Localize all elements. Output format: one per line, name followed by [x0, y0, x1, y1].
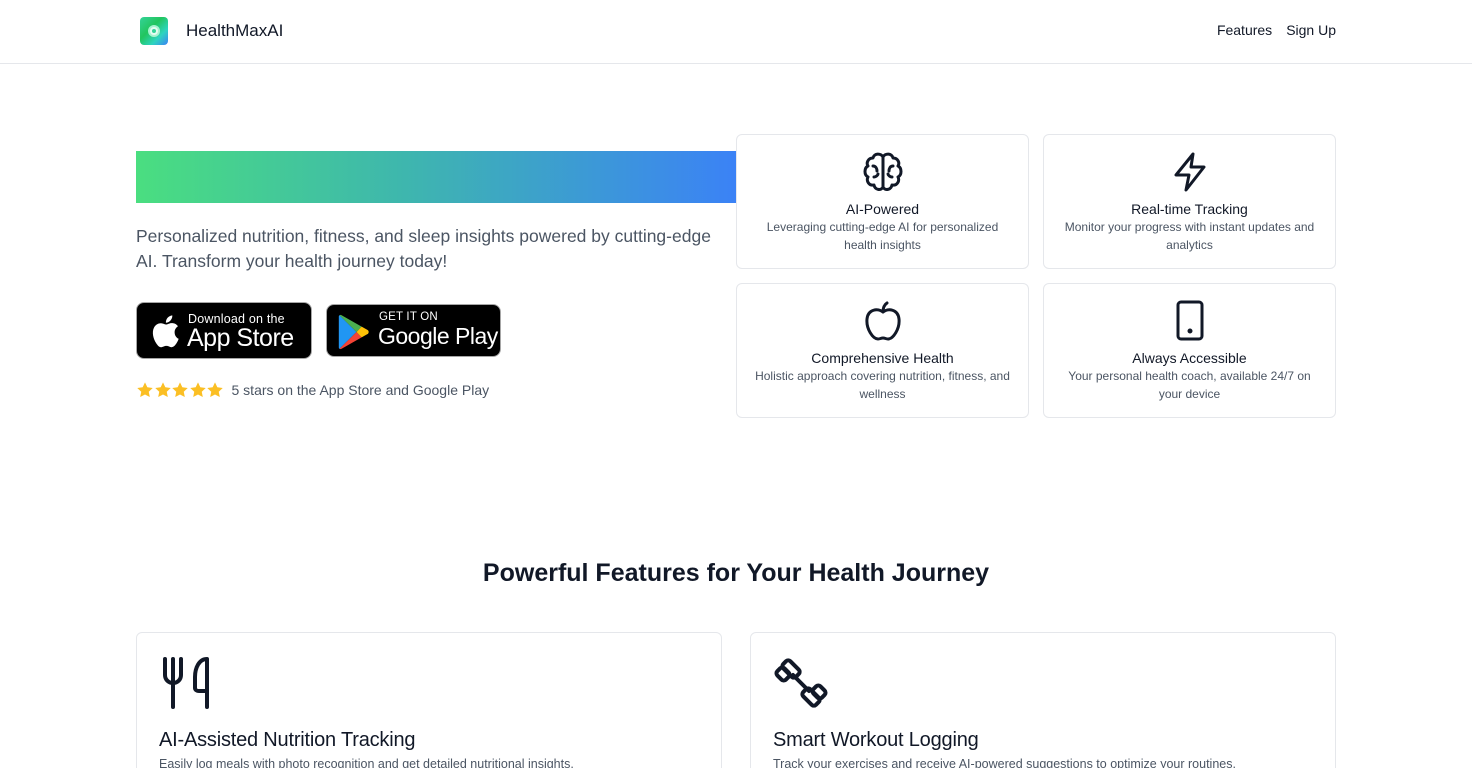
utensils-icon: [163, 657, 209, 709]
logo-icon[interactable]: [140, 17, 168, 45]
feature-description: Easily log meals with photo recognition …: [159, 757, 574, 768]
star-icon: [172, 382, 188, 398]
app-store-big-label: App Store: [187, 324, 294, 352]
dumbbell-icon: [774, 658, 828, 708]
card-description: Holistic approach covering nutrition, fi…: [755, 369, 1010, 401]
feature-title: AI-Assisted Nutrition Tracking: [159, 729, 416, 751]
card-real-time-tracking: Real-time Tracking Monitor your progress…: [1043, 134, 1336, 269]
card-comprehensive-health: Comprehensive Health Holistic approach c…: [736, 283, 1029, 418]
lightning-icon: [1174, 152, 1206, 192]
card-always-accessible: Always Accessible Your personal health c…: [1043, 283, 1336, 418]
rating-row: 5 stars on the App Store and Google Play: [136, 381, 489, 399]
apple-logo-icon: [152, 315, 179, 348]
features-heading: Powerful Features for Your Health Journe…: [482, 559, 990, 587]
top-nav: Features Sign Up: [1217, 22, 1336, 38]
brand-name[interactable]: HealthMaxAI: [186, 21, 283, 41]
nav-features-link[interactable]: Features: [1217, 22, 1272, 38]
star-icon: [137, 382, 153, 398]
apple-fruit-icon: [865, 301, 901, 341]
feature-card-workout: Smart Workout Logging Track your exercis…: [750, 632, 1336, 768]
star-icon: [154, 382, 171, 398]
tablet-icon: [1176, 300, 1204, 341]
card-title: AI-Powered: [845, 201, 920, 217]
card-description: Monitor your progress with instant updat…: [1064, 220, 1315, 252]
card-ai-powered: AI-Powered Leveraging cutting-edge AI fo…: [736, 134, 1029, 269]
card-title: Comprehensive Health: [811, 350, 954, 366]
hero-subtitle: Personalized nutrition, fitness, and sle…: [136, 226, 711, 271]
feature-title: Smart Workout Logging: [773, 729, 979, 751]
card-title: Real-time Tracking: [1131, 201, 1248, 217]
google-play-button[interactable]: GET IT ON Google Play: [326, 304, 501, 357]
hero-gradient-banner: [136, 151, 736, 203]
card-description: Your personal health coach, available 24…: [1068, 369, 1311, 401]
feature-description: Track your exercises and receive AI-powe…: [773, 757, 1236, 768]
star-icon: [207, 382, 223, 398]
card-description: Leveraging cutting-edge AI for personali…: [766, 220, 999, 252]
google-play-icon: [338, 314, 369, 350]
app-store-button[interactable]: Download on the App Store: [136, 302, 312, 359]
star-icon: [189, 382, 206, 398]
nav-signup-link[interactable]: Sign Up: [1286, 22, 1336, 38]
brain-icon: [863, 152, 903, 191]
google-play-small-label: GET IT ON: [379, 311, 438, 323]
feature-card-nutrition: AI-Assisted Nutrition Tracking Easily lo…: [136, 632, 722, 768]
rating-text: 5 stars on the App Store and Google Play: [231, 382, 490, 398]
card-title: Always Accessible: [1132, 350, 1247, 366]
site-header: HealthMaxAI Features Sign Up: [0, 0, 1472, 64]
google-play-big-label: Google Play: [378, 323, 498, 349]
